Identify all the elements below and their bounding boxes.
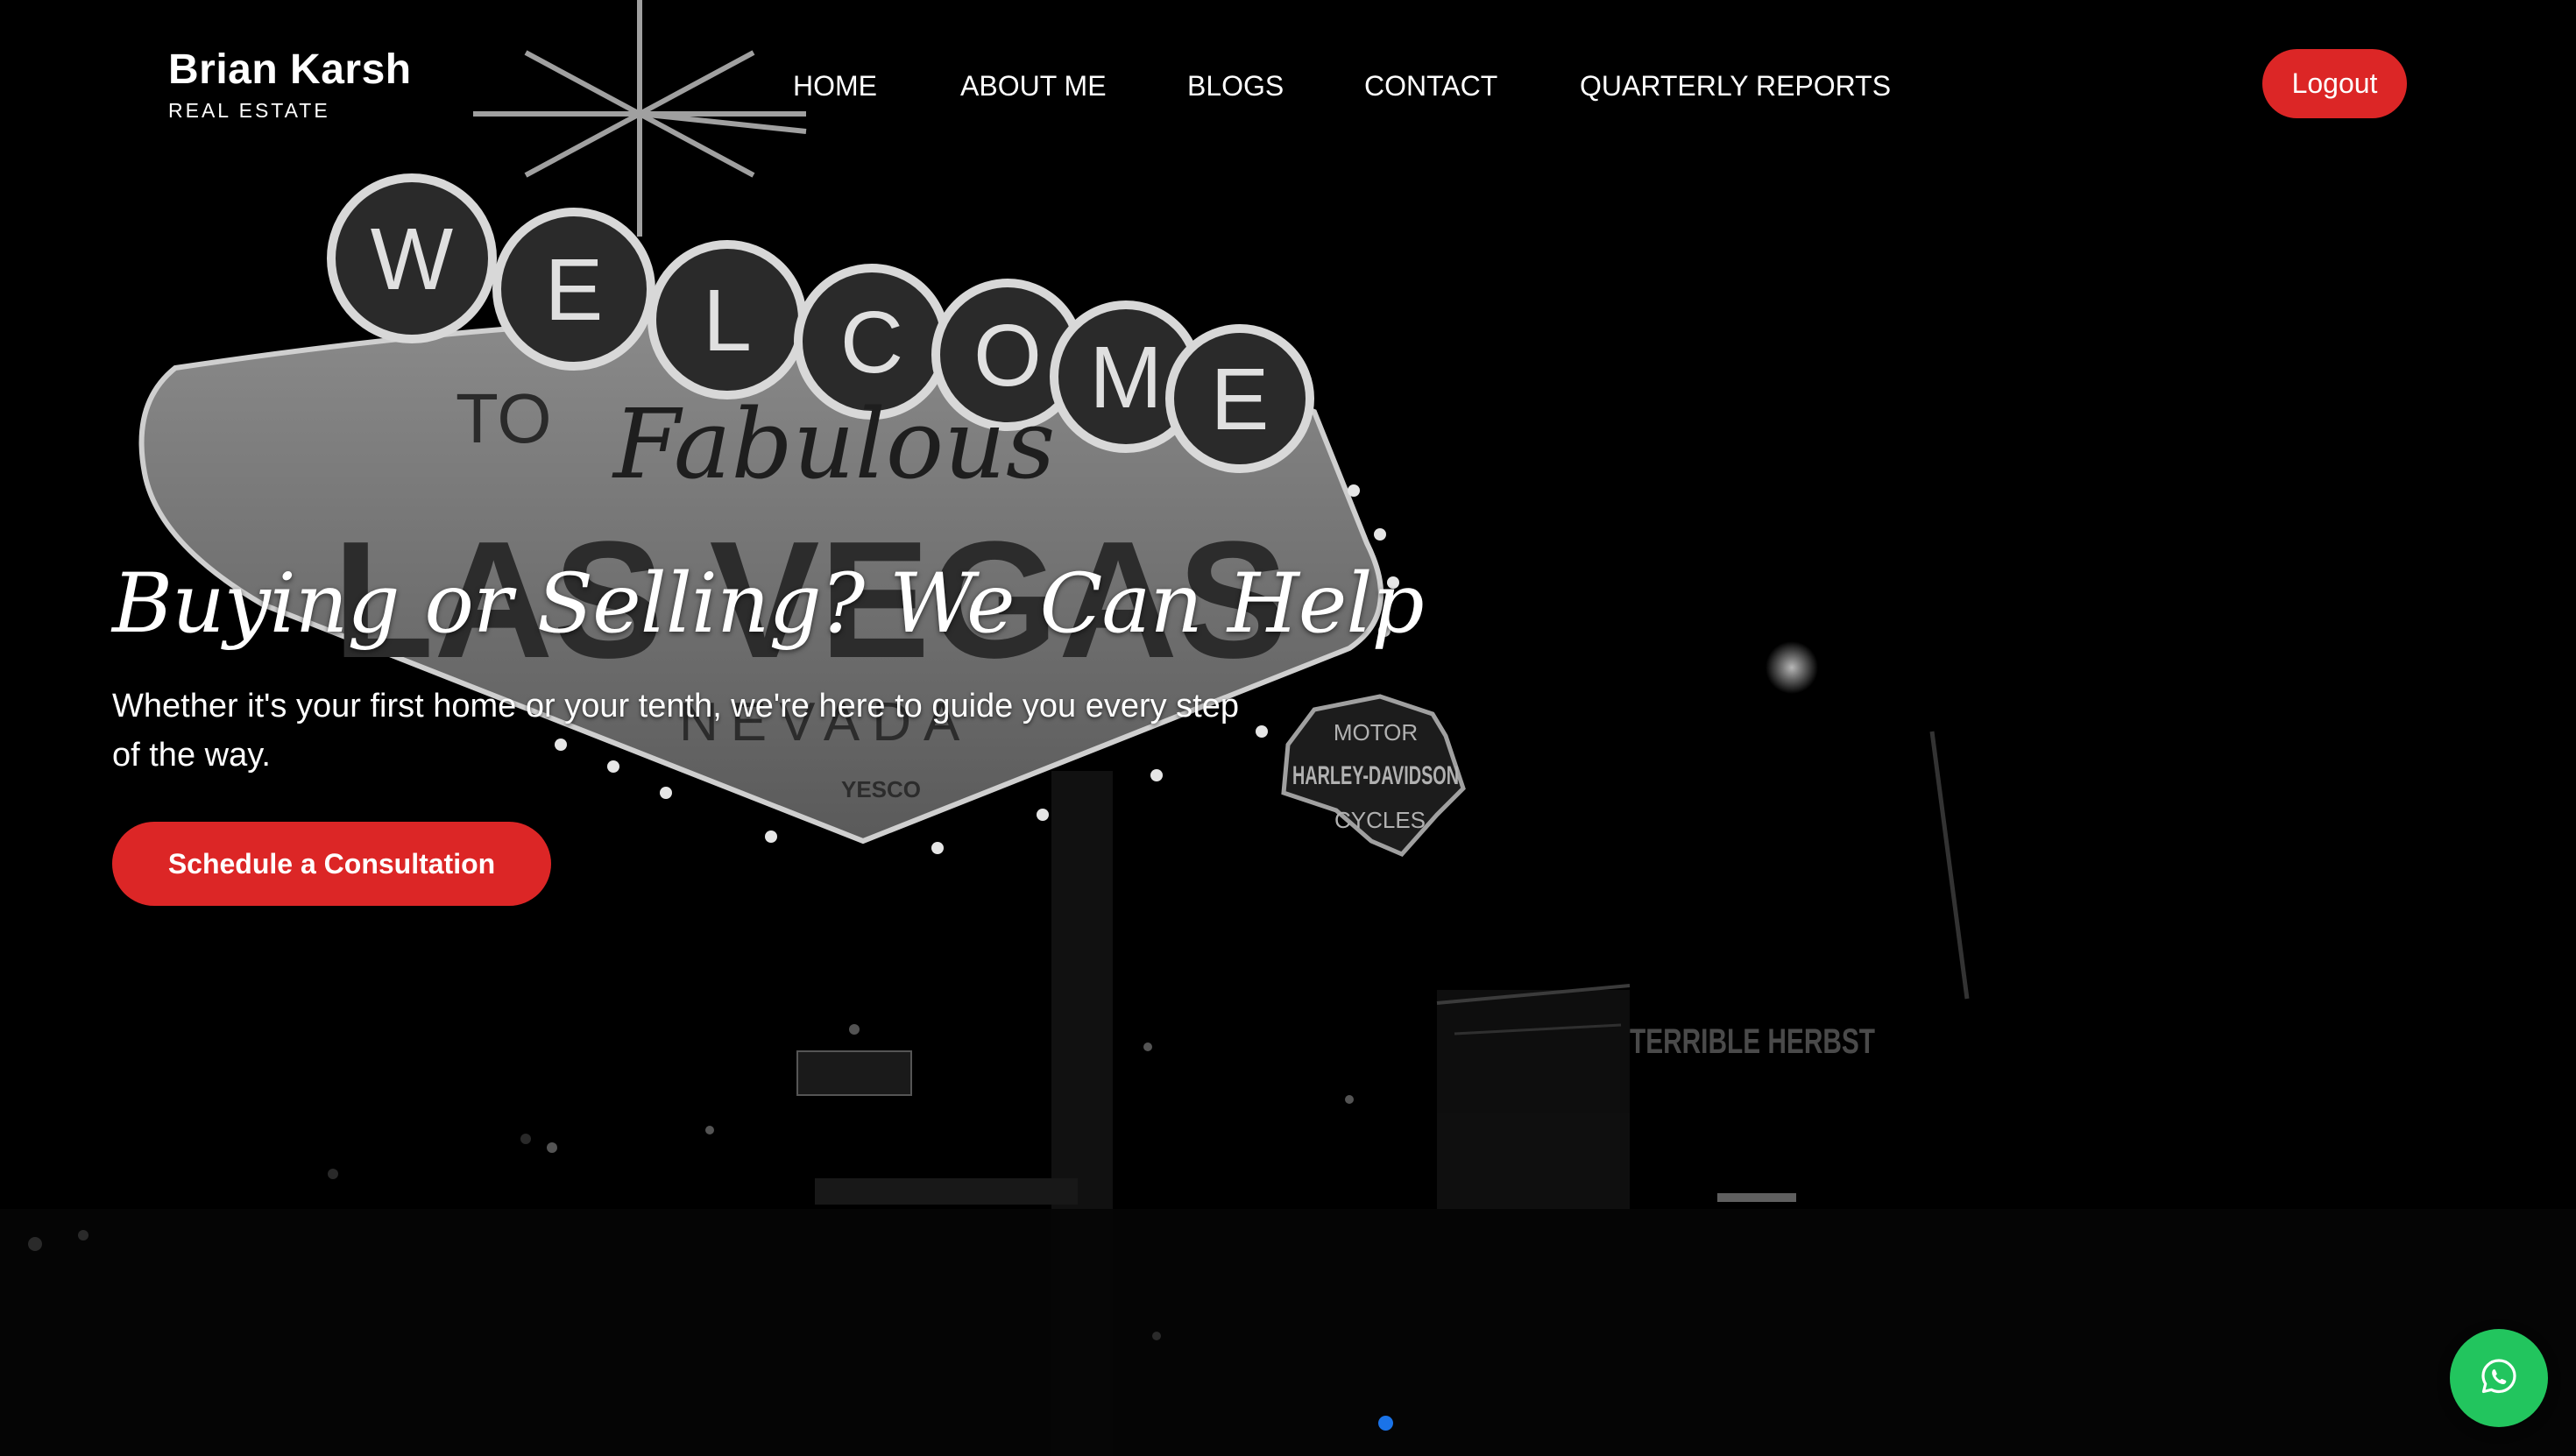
nav-item-quarterly-reports[interactable]: QUARTERLY REPORTS — [1580, 65, 1891, 107]
svg-text:TERRIBLE HERBST: TERRIBLE HERBST — [1630, 1022, 1875, 1061]
svg-text:E: E — [545, 241, 604, 339]
nav-item-contact[interactable]: CONTACT — [1364, 65, 1497, 107]
slider-dot-active[interactable] — [1378, 1416, 1393, 1431]
nav-item-home[interactable]: HOME — [793, 65, 877, 107]
svg-text:E: E — [1211, 350, 1270, 449]
svg-text:M: M — [1089, 329, 1162, 427]
schedule-consultation-button[interactable]: Schedule a Consultation — [112, 822, 551, 906]
sign-fabulous-text: Fabulous — [612, 388, 1055, 500]
svg-text:CYCLES: CYCLES — [1334, 807, 1426, 833]
main-nav: HOME ABOUT ME BLOGS CONTACT QUARTERLY RE… — [0, 65, 2576, 107]
hero-subtext: Whether it's your first home or your ten… — [112, 688, 1240, 774]
logout-button[interactable]: Logout — [2262, 49, 2407, 118]
whatsapp-button[interactable] — [2450, 1329, 2548, 1427]
svg-text:C: C — [840, 293, 903, 392]
svg-text:L: L — [703, 272, 752, 370]
svg-text:W: W — [371, 210, 454, 308]
nav-item-blogs[interactable]: BLOGS — [1187, 65, 1284, 107]
sign-to-text: TO — [456, 379, 552, 457]
svg-text:MOTOR: MOTOR — [1334, 719, 1418, 746]
nav-item-about-me[interactable]: ABOUT ME — [960, 65, 1107, 107]
svg-text:HARLEY-DAVIDSON: HARLEY-DAVIDSON — [1292, 761, 1459, 790]
whatsapp-icon — [2478, 1355, 2520, 1402]
hero-heading: Buying or Selling? We Can Help — [112, 556, 1425, 652]
sign-maker-text: YESCO — [841, 776, 921, 802]
